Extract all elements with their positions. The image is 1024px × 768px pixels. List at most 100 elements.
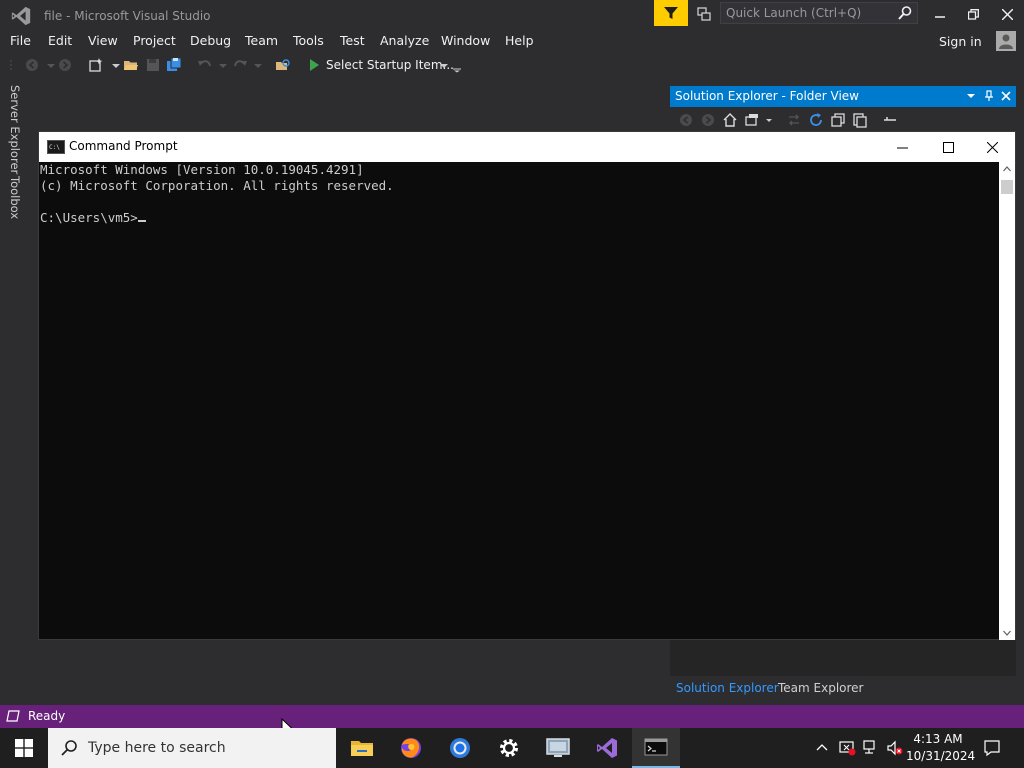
clock-date[interactable]: 10/31/2024 — [906, 749, 975, 763]
notification-center-icon[interactable] — [983, 739, 1001, 757]
remote-desktop-icon — [546, 738, 570, 757]
taskbar-chrome[interactable] — [436, 728, 484, 768]
close-icon[interactable] — [1001, 91, 1011, 101]
refresh-icon[interactable] — [808, 112, 824, 128]
cmd-title-bar[interactable]: C:\ Command Prompt — [39, 132, 1015, 162]
file-explorer-icon — [351, 741, 373, 756]
menu-edit[interactable]: Edit — [48, 33, 72, 48]
menu-help[interactable]: Help — [505, 33, 534, 48]
status-text: Ready — [28, 709, 66, 723]
start-button[interactable] — [0, 728, 48, 768]
navigate-back-icon[interactable] — [24, 57, 40, 73]
taskbar-file-explorer[interactable] — [338, 728, 386, 768]
restore-icon — [967, 8, 979, 20]
search-placeholder: Type here to search — [88, 740, 226, 756]
open-folder-icon[interactable] — [123, 57, 139, 73]
cmd-scroll-thumb[interactable] — [1001, 180, 1013, 194]
cmd-close-button[interactable] — [969, 132, 1015, 162]
taskbar-search-box[interactable]: Type here to search — [48, 728, 336, 768]
close-button[interactable] — [992, 2, 1022, 26]
cmd-maximize-button[interactable] — [925, 132, 971, 162]
back-icon[interactable] — [678, 112, 694, 128]
minimize-icon — [896, 147, 908, 148]
cmd-scrollbar[interactable] — [999, 162, 1015, 640]
vs-title-bar: file - Microsoft Visual Studio Quick Lau… — [0, 0, 1024, 30]
dropdown-arrow-icon[interactable] — [108, 57, 124, 73]
close-icon — [986, 141, 998, 153]
dropdown-arrow-icon[interactable] — [215, 57, 231, 73]
chevron-down-icon[interactable] — [966, 91, 976, 101]
minimize-button[interactable] — [925, 2, 955, 26]
volume-muted-icon[interactable] — [886, 739, 904, 757]
notifications-button[interactable] — [692, 2, 716, 26]
toolbar-grip-icon — [10, 60, 12, 70]
window-title: file - Microsoft Visual Studio — [44, 9, 211, 23]
settings-icon — [500, 739, 518, 757]
tab-server-explorer[interactable]: Server Explorer — [8, 85, 22, 174]
cmd-minimize-button[interactable] — [879, 132, 925, 162]
tab-toolbox[interactable]: Toolbox — [8, 176, 22, 219]
firefox-icon — [401, 738, 421, 758]
dropdown-arrow-icon[interactable] — [764, 112, 774, 128]
taskbar-firefox[interactable] — [387, 728, 435, 768]
switch-views-icon[interactable] — [744, 112, 760, 128]
cmd-console-output[interactable]: Microsoft Windows [Version 10.0.19045.42… — [39, 162, 1000, 638]
menu-analyze[interactable]: Analyze — [380, 33, 429, 48]
navigate-forward-icon[interactable] — [57, 57, 73, 73]
redo-icon[interactable] — [232, 57, 248, 73]
start-debugging-icon[interactable] — [306, 57, 322, 73]
security-warning-icon[interactable] — [838, 739, 856, 757]
tab-solution-explorer[interactable]: Solution Explorer — [676, 681, 779, 695]
pin-icon[interactable] — [984, 90, 994, 102]
quick-launch-input[interactable]: Quick Launch (Ctrl+Q) — [720, 2, 918, 24]
taskbar-visual-studio[interactable] — [583, 728, 631, 768]
feedback-filter-button[interactable] — [654, 0, 688, 26]
search-icon[interactable] — [897, 5, 913, 21]
funnel-icon — [664, 7, 678, 19]
forward-icon[interactable] — [700, 112, 716, 128]
user-icon — [999, 34, 1013, 49]
search-icon — [61, 740, 77, 756]
new-project-icon[interactable] — [88, 57, 104, 73]
feedback-icon — [697, 7, 711, 21]
save-icon[interactable] — [145, 57, 161, 73]
menu-debug[interactable]: Debug — [190, 33, 231, 48]
collapse-all-icon[interactable] — [830, 112, 846, 128]
taskbar-settings[interactable] — [485, 728, 533, 768]
menu-view[interactable]: View — [88, 33, 118, 48]
taskbar-remote-desktop[interactable] — [534, 728, 582, 768]
sign-in-link[interactable]: Sign in — [939, 34, 982, 49]
command-prompt-icon: C:\ — [47, 140, 65, 154]
dropdown-arrow-icon[interactable] — [250, 57, 266, 73]
menu-window[interactable]: Window — [441, 33, 490, 48]
network-icon[interactable] — [862, 739, 880, 757]
menu-tools[interactable]: Tools — [293, 33, 324, 48]
find-in-files-icon[interactable] — [275, 57, 291, 73]
menu-project[interactable]: Project — [133, 33, 176, 48]
account-icon[interactable] — [996, 31, 1016, 51]
svg-text:C:\: C:\ — [49, 144, 60, 151]
menu-test[interactable]: Test — [340, 33, 365, 48]
console-prompt-line[interactable]: C:\Users\vm5> — [40, 210, 1000, 226]
scroll-up-icon[interactable] — [1003, 166, 1011, 172]
undo-icon[interactable] — [197, 57, 213, 73]
command-prompt-window[interactable]: C:\ Command Prompt Microsoft Windows [Ve… — [38, 131, 1016, 640]
clock-time[interactable]: 4:13 AM — [906, 732, 970, 746]
chrome-icon — [450, 738, 470, 758]
tab-team-explorer[interactable]: Team Explorer — [778, 681, 864, 695]
toolbar-options-icon[interactable] — [449, 57, 465, 73]
save-all-icon[interactable] — [166, 57, 182, 73]
properties-icon[interactable] — [882, 112, 898, 128]
startup-item-dropdown[interactable]: Select Startup Item... — [326, 58, 454, 72]
sync-with-document-icon[interactable] — [786, 112, 802, 128]
menu-file[interactable]: File — [10, 33, 31, 48]
chevron-up-icon[interactable] — [816, 742, 828, 752]
taskbar-command-prompt[interactable] — [632, 728, 680, 768]
home-icon[interactable] — [722, 112, 738, 128]
scroll-down-icon[interactable] — [1003, 630, 1011, 636]
menu-team[interactable]: Team — [245, 33, 278, 48]
left-tool-tabs: Server Explorer Toolbox — [0, 80, 28, 704]
solution-explorer-toolbar — [670, 108, 1016, 132]
restore-button[interactable] — [958, 2, 988, 26]
show-all-files-icon[interactable] — [852, 112, 868, 128]
